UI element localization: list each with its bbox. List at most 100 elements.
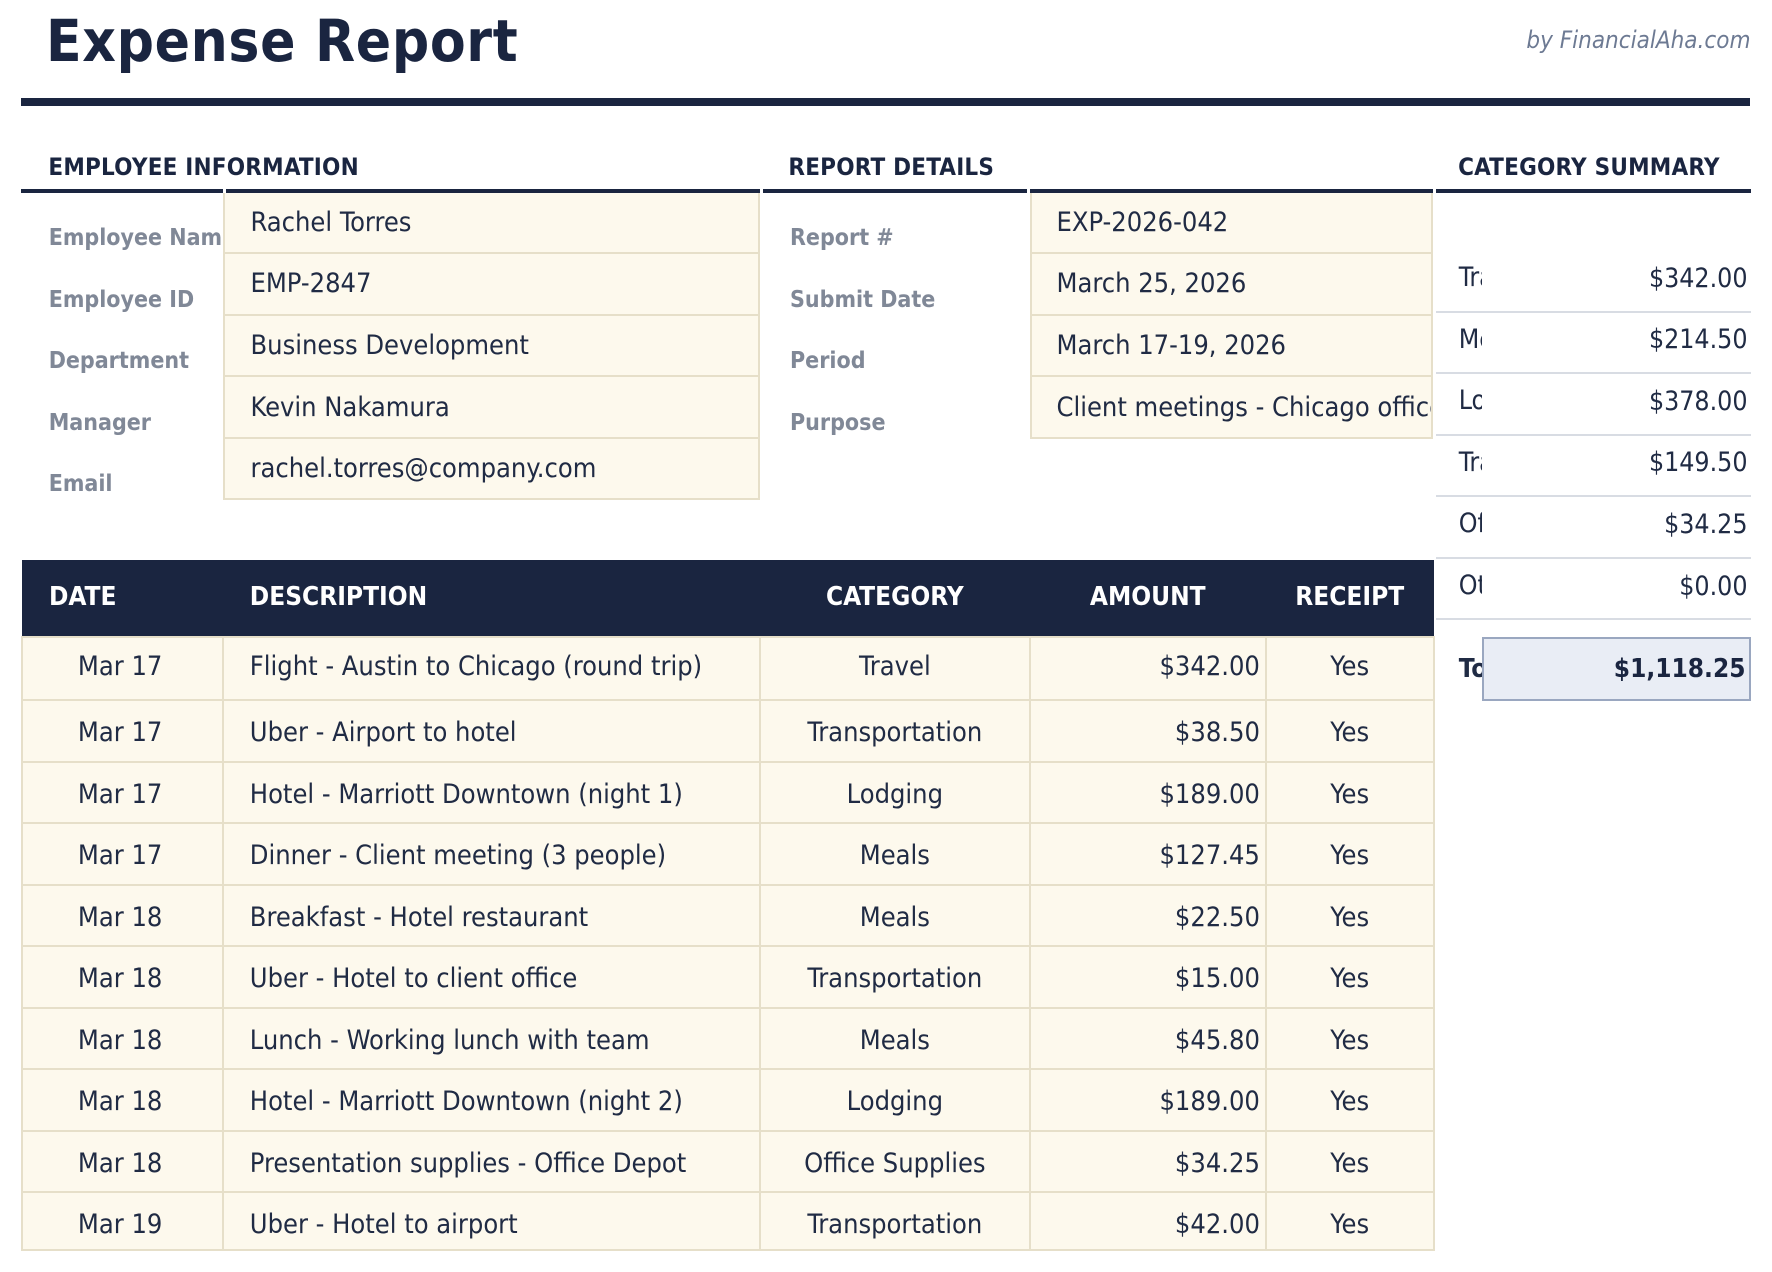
expense-row: Mar 19 Uber - Hotel to airport Transport… (22, 1192, 1434, 1250)
expense-amount: $22.50 (1030, 885, 1266, 947)
summary-row: Meals $214.50 (1436, 313, 1751, 375)
expense-description: Presentation supplies - Office Depot (223, 1131, 760, 1193)
report-details-heading: REPORT DETAILS (788, 155, 994, 179)
summary-row: Lodging $378.00 (1436, 374, 1751, 436)
summary-spacer-row (1436, 193, 1751, 252)
column-header-amount: AMOUNT (1030, 560, 1266, 637)
expense-report-page: Expense Report by FinancialAha.com EMPLO… (0, 0, 1772, 1272)
summary-category-label: Lodging (1436, 388, 1483, 415)
expense-date: Mar 17 (22, 823, 223, 885)
employee-info-heading: EMPLOYEE INFORMATION (48, 155, 358, 179)
report-field-value[interactable]: March 17-19, 2026 (1030, 316, 1433, 378)
employee-field-value[interactable]: Rachel Torres (223, 193, 761, 255)
expense-date: Mar 17 (22, 762, 223, 824)
expense-description: Uber - Hotel to client office (223, 946, 760, 1008)
expense-date: Mar 19 (22, 1192, 223, 1250)
employee-field-row: Manager Kevin Nakamura (21, 377, 760, 439)
expense-row: Mar 18 Presentation supplies - Office De… (22, 1131, 1434, 1193)
report-field-label: Period (763, 316, 1030, 378)
column-header-receipt: RECEIPT (1266, 560, 1434, 637)
expense-row: Mar 17 Flight - Austin to Chicago (round… (22, 637, 1434, 701)
expense-category: Transportation (760, 700, 1030, 762)
expense-receipt: Yes (1266, 1131, 1434, 1193)
expense-row: Mar 17 Dinner - Client meeting (3 people… (22, 823, 1434, 885)
employee-field-label: Department (21, 316, 223, 378)
expense-description: Hotel - Marriott Downtown (night 1) (223, 762, 760, 824)
expense-amount: $189.00 (1030, 1069, 1266, 1131)
expense-amount: $34.25 (1030, 1131, 1266, 1193)
expense-description: Hotel - Marriott Downtown (night 2) (223, 1069, 760, 1131)
expense-amount: $15.00 (1030, 946, 1266, 1008)
summary-row: Other $0.00 (1436, 559, 1751, 621)
expense-category: Travel (760, 637, 1030, 701)
employee-field-value[interactable]: EMP-2847 (223, 254, 761, 316)
expense-row: Mar 18 Uber - Hotel to client office Tra… (22, 946, 1434, 1008)
summary-category-amount: $342.00 (1482, 263, 1751, 294)
expense-description: Lunch - Working lunch with team (223, 1008, 760, 1070)
expense-amount: $42.00 (1030, 1192, 1266, 1250)
employee-field-row: Department Business Development (21, 316, 760, 378)
report-field-value[interactable]: EXP-2026-042 (1030, 193, 1433, 255)
expense-row: Mar 18 Lunch - Working lunch with team M… (22, 1008, 1434, 1070)
expense-category: Meals (760, 1008, 1030, 1070)
employee-field-label: Employee Name (21, 193, 223, 255)
report-field-label: Submit Date (763, 254, 1030, 316)
summary-category-amount: $34.25 (1482, 509, 1751, 540)
expense-description: Uber - Hotel to airport (223, 1192, 760, 1250)
report-details-section: Report # EXP-2026-042 Submit Date March … (763, 193, 1433, 439)
employee-field-value[interactable]: rachel.torres@company.com (223, 439, 761, 501)
expense-date: Mar 18 (22, 1069, 223, 1131)
category-summary-section: Travel $342.00 Meals $214.50 Lodging $37… (1436, 193, 1751, 707)
report-field-value[interactable]: March 25, 2026 (1030, 254, 1433, 316)
expense-row: Mar 17 Uber - Airport to hotel Transport… (22, 700, 1434, 762)
summary-total-row: Total $1,118.25 (1436, 637, 1751, 707)
expense-description: Dinner - Client meeting (3 people) (223, 823, 760, 885)
expense-table: DATE DESCRIPTION CATEGORY AMOUNT RECEIPT… (21, 560, 1435, 1251)
expense-category: Lodging (760, 762, 1030, 824)
expense-receipt: Yes (1266, 823, 1434, 885)
expense-date: Mar 18 (22, 1131, 223, 1193)
expense-row: Mar 18 Hotel - Marriott Downtown (night … (22, 1069, 1434, 1131)
summary-total-amount: $1,118.25 (1482, 637, 1751, 702)
summary-category-label: Transportation (1436, 450, 1483, 477)
summary-row: Transportation $149.50 (1436, 436, 1751, 498)
summary-category-amount: $378.00 (1482, 386, 1751, 417)
expense-receipt: Yes (1266, 762, 1434, 824)
expense-category: Transportation (760, 946, 1030, 1008)
column-header-category: CATEGORY (760, 560, 1030, 637)
expense-amount: $45.80 (1030, 1008, 1266, 1070)
report-field-row: Submit Date March 25, 2026 (763, 254, 1433, 316)
report-field-row: Period March 17-19, 2026 (763, 316, 1433, 378)
expense-description: Flight - Austin to Chicago (round trip) (223, 637, 760, 701)
employee-field-row: Employee Name Rachel Torres (21, 193, 760, 255)
expense-row: Mar 17 Hotel - Marriott Downtown (night … (22, 762, 1434, 824)
summary-category-label: Other (1436, 573, 1483, 600)
summary-row: Office Supplies $34.25 (1436, 497, 1751, 559)
summary-category-label: Meals (1436, 327, 1483, 354)
expense-date: Mar 18 (22, 946, 223, 1008)
report-field-value[interactable]: Client meetings - Chicago office (1030, 377, 1433, 439)
expense-receipt: Yes (1266, 637, 1434, 701)
expense-receipt: Yes (1266, 1069, 1434, 1131)
expense-receipt: Yes (1266, 946, 1434, 1008)
expense-date: Mar 18 (22, 885, 223, 947)
header-row: DATE DESCRIPTION CATEGORY AMOUNT RECEIPT (22, 560, 1434, 637)
expense-receipt: Yes (1266, 700, 1434, 762)
page-title: Expense Report (46, 12, 518, 70)
employee-field-value[interactable]: Kevin Nakamura (223, 377, 761, 439)
employee-field-value[interactable]: Business Development (223, 316, 761, 378)
expense-date: Mar 17 (22, 700, 223, 762)
expense-date: Mar 18 (22, 1008, 223, 1070)
expense-description: Uber - Airport to hotel (223, 700, 760, 762)
expense-amount: $38.50 (1030, 700, 1266, 762)
byline: by FinancialAha.com (1526, 28, 1750, 52)
expense-category: Meals (760, 823, 1030, 885)
employee-info-section: Employee Name Rachel Torres Employee ID … (21, 193, 760, 501)
expense-row: Mar 18 Breakfast - Hotel restaurant Meal… (22, 885, 1434, 947)
report-field-label: Purpose (763, 377, 1030, 439)
expense-receipt: Yes (1266, 1192, 1434, 1250)
employee-field-row: Email rachel.torres@company.com (21, 439, 760, 501)
expense-category: Transportation (760, 1192, 1030, 1250)
expense-amount: $189.00 (1030, 762, 1266, 824)
expense-category: Office Supplies (760, 1131, 1030, 1193)
